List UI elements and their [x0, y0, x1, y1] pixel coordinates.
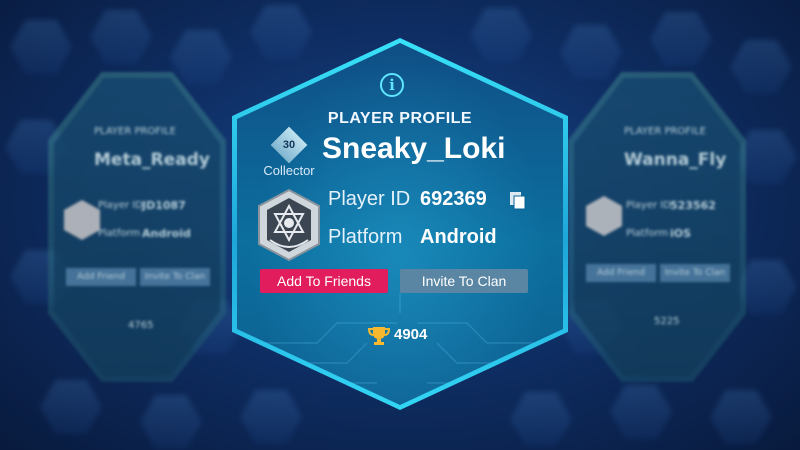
left-add-friend-button[interactable]: Add Friend: [66, 268, 136, 286]
left-invite-clan-button[interactable]: Invite To Clan: [140, 268, 210, 286]
trophy-count: 4904: [394, 326, 428, 343]
clan-emblem-icon: [258, 188, 320, 262]
rank-title: Collector: [263, 163, 315, 178]
add-to-friends-button[interactable]: Add To Friends: [260, 269, 388, 293]
trophy-icon: [368, 327, 390, 345]
right-platform-label: Platform: [626, 228, 669, 239]
section-title: PLAYER PROFILE: [327, 110, 473, 127]
right-section-title: PLAYER PROFILE: [624, 126, 706, 137]
left-trophy-count: 4765: [128, 320, 154, 331]
right-player-id-label: Player ID: [626, 200, 671, 211]
right-platform: iOS: [670, 227, 692, 240]
platform-value: Android: [420, 226, 497, 248]
right-profile-card[interactable]: PLAYER PROFILE Wanna_Fly Player ID 52356…: [568, 72, 746, 382]
main-profile-card: i PLAYER PROFILE 30 Collector Sneaky_Lok…: [232, 38, 568, 410]
left-platform-label: Platform: [98, 228, 141, 239]
player-id-label: Player ID: [328, 188, 411, 210]
right-add-friend-button[interactable]: Add Friend: [586, 264, 656, 282]
invite-to-clan-button[interactable]: Invite To Clan: [400, 269, 528, 293]
right-player-name: Wanna_Fly: [624, 150, 727, 170]
right-trophy-count: 5225: [654, 316, 680, 327]
left-profile-card[interactable]: PLAYER PROFILE Meta_Ready Player ID JD10…: [48, 72, 226, 382]
right-invite-clan-button[interactable]: Invite To Clan: [660, 264, 730, 282]
left-player-id-label: Player ID: [98, 200, 143, 211]
copy-icon[interactable]: [510, 192, 526, 210]
left-platform: Android: [142, 227, 191, 240]
right-player-id: 523562: [670, 199, 716, 212]
player-id-value: 692369: [420, 188, 487, 210]
left-player-id: JD1087: [142, 199, 186, 212]
player-name: Sneaky_Loki: [322, 132, 506, 165]
left-section-title: PLAYER PROFILE: [94, 126, 176, 137]
info-icon[interactable]: i: [380, 73, 404, 97]
level-number: 30: [282, 139, 296, 151]
platform-label: Platform: [328, 226, 403, 248]
left-player-name: Meta_Ready: [94, 150, 210, 170]
